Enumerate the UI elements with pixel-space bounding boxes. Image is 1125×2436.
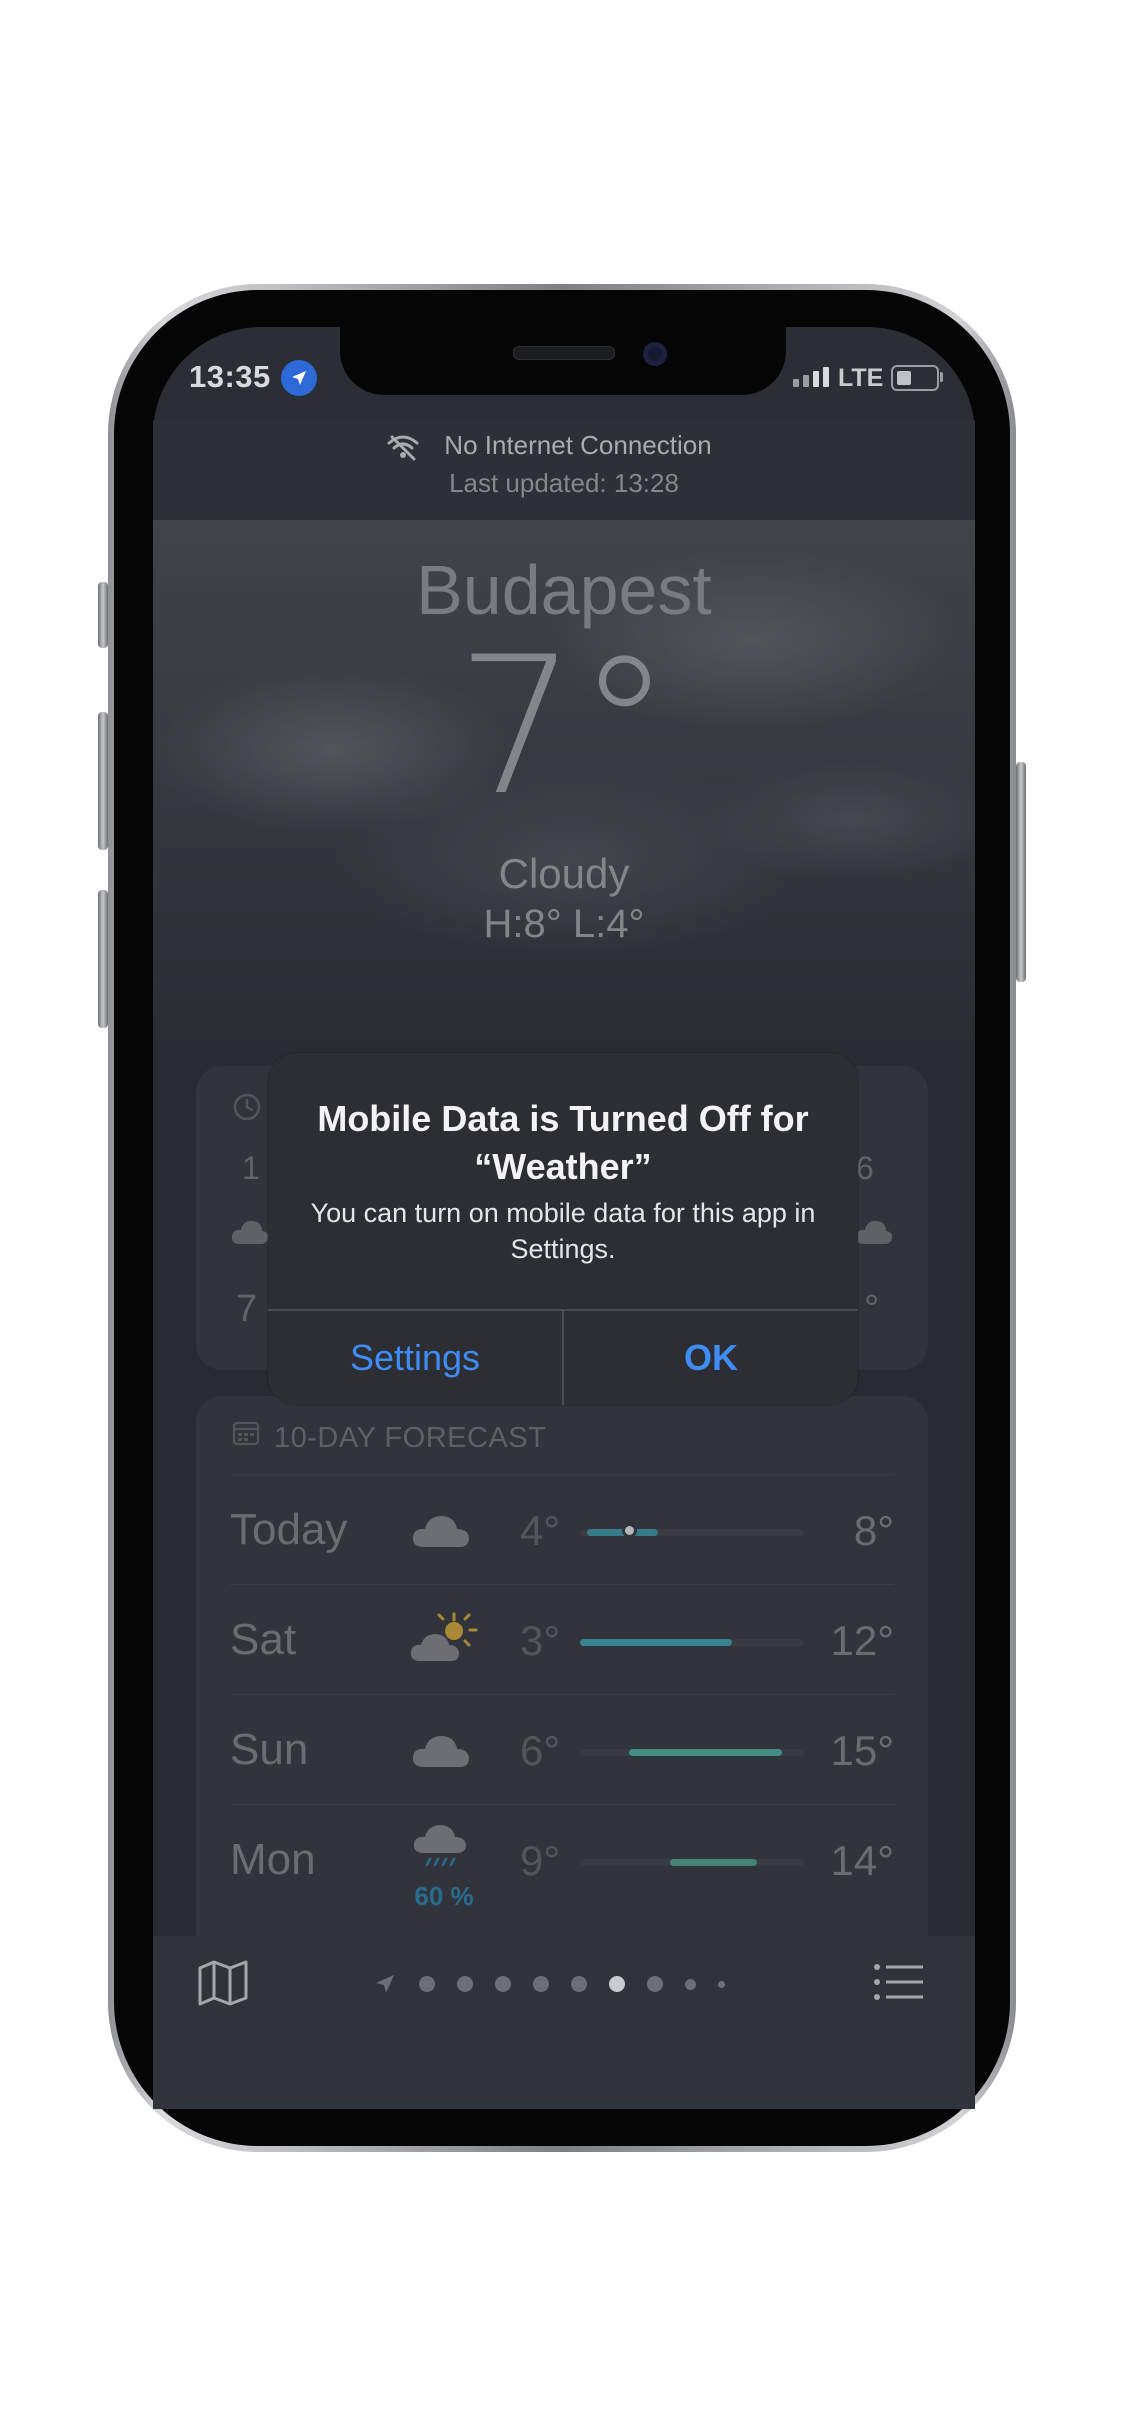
settings-button[interactable]: Settings: [268, 1311, 562, 1405]
alert-title: Mobile Data is Turned Off for “Weather”: [317, 1098, 809, 1187]
location-active-icon: [281, 360, 317, 396]
location-arrow-icon[interactable]: [373, 1972, 397, 1996]
page-dot[interactable]: [419, 1976, 435, 1992]
bottom-toolbar: [153, 1936, 975, 2109]
map-icon[interactable]: [197, 1958, 249, 2008]
battery-cap: [940, 372, 943, 382]
status-bar: 13:35 LTE: [153, 327, 975, 427]
status-time: 13:35: [189, 359, 271, 394]
offline-banner: No Internet Connection Last updated: 13:…: [153, 420, 975, 520]
list-icon[interactable]: [873, 1962, 925, 2002]
mobile-data-alert: Mobile Data is Turned Off for “Weather” …: [268, 1053, 858, 1405]
alert-message: You can turn on mobile data for this app…: [310, 1198, 816, 1264]
cellular-signal-icon: [793, 367, 829, 387]
offline-title: No Internet Connection: [444, 430, 712, 460]
page-dot[interactable]: [685, 1978, 696, 1990]
volume-up-button: [98, 712, 108, 850]
network-type: LTE: [838, 364, 884, 392]
page-dot[interactable]: [457, 1976, 473, 1992]
last-updated: Last updated: 13:28: [449, 468, 679, 498]
battery-icon: [891, 365, 939, 391]
page-dot[interactable]: [533, 1976, 549, 1992]
volume-down-button: [98, 890, 108, 1028]
page-dot[interactable]: [718, 1980, 725, 1988]
page-dot[interactable]: [495, 1976, 511, 1992]
mute-switch: [98, 582, 108, 648]
page-indicator[interactable]: [419, 1974, 819, 1994]
ok-button[interactable]: OK: [564, 1311, 858, 1405]
power-button: [1016, 762, 1026, 982]
page-dot[interactable]: [571, 1976, 587, 1992]
page-dot[interactable]: [609, 1976, 625, 1992]
page-dot[interactable]: [647, 1976, 663, 1992]
